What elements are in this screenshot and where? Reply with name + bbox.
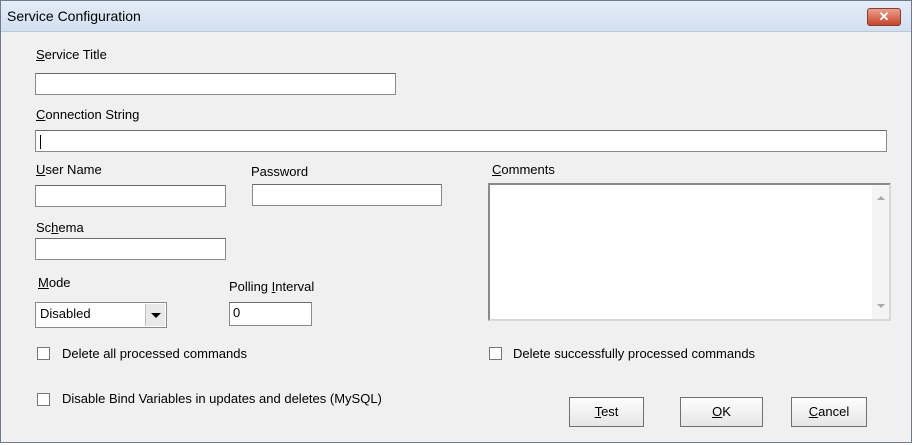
user-name-mnemonic: U: [36, 162, 46, 177]
close-icon: ✕: [878, 9, 890, 24]
service-title-input[interactable]: [35, 73, 396, 95]
ok-button[interactable]: OK: [680, 397, 763, 427]
disable-bind-variables-label: Disable Bind Variables in updates and de…: [62, 391, 382, 406]
mode-label: Mode: [38, 275, 71, 290]
mode-mnemonic: M: [38, 275, 49, 290]
mode-label-rest: ode: [48, 275, 71, 290]
polling-interval-value: 0: [233, 305, 241, 320]
password-input[interactable]: [252, 184, 442, 206]
window-title: Service Configuration: [7, 8, 141, 24]
service-title-label-rest: ervice Title: [44, 47, 107, 62]
connection-string-label: Connection String: [36, 107, 139, 122]
connection-string-input[interactable]: [35, 130, 887, 152]
title-bar: Service Configuration ✕: [1, 1, 911, 32]
delete-successfully-checkbox[interactable]: [489, 347, 502, 360]
user-name-input[interactable]: [35, 185, 226, 207]
polling-interval-input[interactable]: 0: [229, 302, 312, 326]
delete-all-label: Delete all processed commands: [62, 346, 247, 361]
service-title-label: Service Title: [36, 47, 107, 62]
ok-label-rest: K: [722, 404, 731, 419]
comments-label: Comments: [492, 162, 555, 177]
user-name-label-rest: ser Name: [45, 162, 102, 177]
cancel-mnemonic: C: [808, 404, 819, 419]
polling-interval-label-rest: nterval: [275, 279, 315, 294]
cancel-button[interactable]: Cancel: [791, 397, 867, 427]
close-button[interactable]: ✕: [867, 8, 901, 26]
connection-string-mnemonic: C: [36, 107, 46, 122]
ok-mnemonic: O: [712, 404, 723, 419]
mode-dropdown-button[interactable]: [145, 304, 165, 326]
schema-label-rest: ema: [58, 220, 84, 235]
test-button[interactable]: Test: [569, 397, 644, 427]
schema-input[interactable]: [35, 238, 226, 260]
comments-textarea[interactable]: [488, 183, 891, 321]
polling-interval-label: Polling Interval: [229, 279, 314, 294]
polling-interval-label-start: Polling: [229, 279, 272, 294]
password-label: Password: [251, 164, 309, 179]
user-name-label: User Name: [36, 162, 102, 177]
mode-select[interactable]: Disabled: [35, 302, 167, 328]
service-title-mnemonic: S: [36, 47, 45, 62]
disable-bind-variables-checkbox[interactable]: [37, 393, 50, 406]
schema-label-start: Sc: [36, 220, 52, 235]
comments-label-rest: omments: [501, 162, 555, 177]
text-cursor: [40, 134, 41, 149]
service-configuration-dialog: Service Configuration ✕ Service Title Co…: [0, 0, 912, 443]
scroll-down-arrow-icon[interactable]: [877, 304, 885, 308]
cancel-label-rest: ancel: [818, 404, 850, 419]
delete-all-checkbox[interactable]: [37, 347, 50, 360]
scroll-up-arrow-icon[interactable]: [877, 196, 885, 200]
connection-string-label-rest: onnection String: [45, 107, 140, 122]
delete-successfully-label: Delete successfully processed commands: [513, 346, 756, 361]
comments-scrollbar[interactable]: [872, 185, 889, 319]
schema-label: Schema: [36, 220, 84, 235]
test-label-rest: est: [601, 404, 619, 419]
mode-value: Disabled: [40, 306, 91, 321]
comments-mnemonic: C: [492, 162, 502, 177]
chevron-down-icon: [151, 313, 161, 318]
